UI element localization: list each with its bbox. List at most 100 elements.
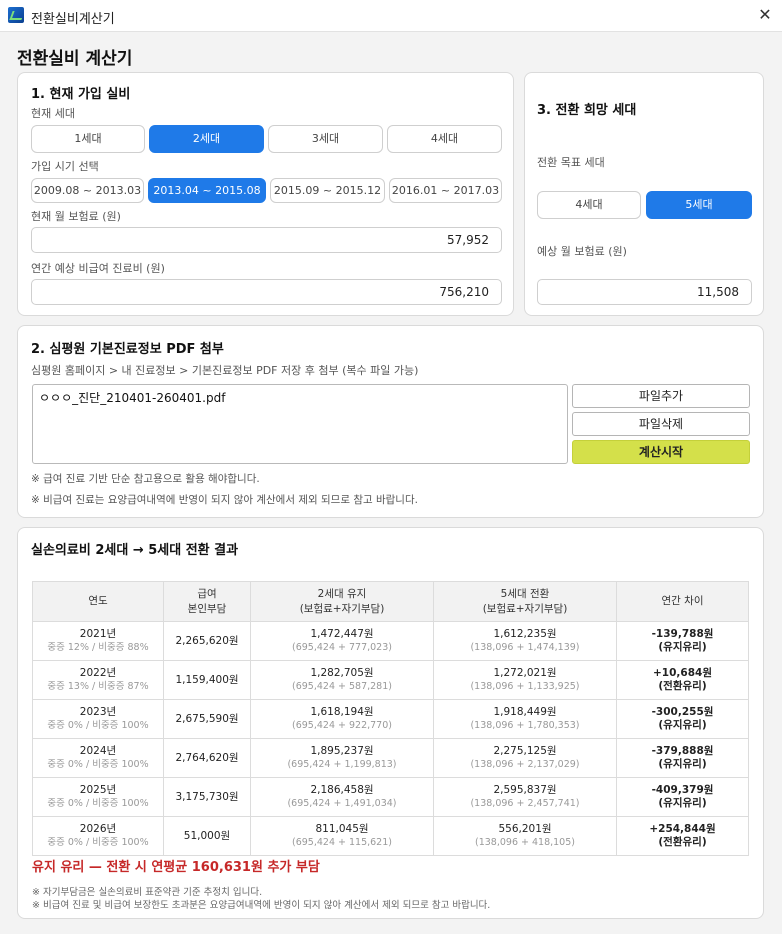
diff-cell: +254,844원 (전환유리) — [616, 816, 749, 856]
copay-cell: 1,159,400원 — [163, 660, 251, 700]
pdf-attach-heading: 2. 심평원 기본진료정보 PDF 첨부 — [31, 342, 224, 357]
switch-cell: 1,612,235원 (138,096 + 1,474,139) — [433, 621, 617, 661]
diff-value: -139,788원 — [651, 628, 714, 640]
start-calculation-button[interactable]: 계산시작 — [572, 440, 750, 464]
severity-ratio: 중증 0% / 비중증 100% — [47, 759, 149, 770]
current-generation-1-button[interactable]: 1세대 — [31, 125, 145, 153]
delete-file-button[interactable]: 파일삭제 — [572, 412, 750, 436]
header-copay: 급여 본인부담 — [163, 581, 251, 622]
period-option-3[interactable]: 2015.09 ~ 2015.12 — [270, 178, 385, 203]
keep-total: 1,618,194원 — [310, 706, 374, 718]
switch-total: 2,595,837원 — [493, 784, 557, 796]
year-cell: 2022년 중증 13% / 비중증 87% — [32, 660, 164, 700]
diff-value: +10,684원 — [653, 667, 712, 679]
year-value: 2025년 — [79, 784, 117, 796]
diff-verdict: (유지유리) — [658, 758, 707, 770]
keep-total: 811,045원 — [315, 823, 369, 835]
severity-ratio: 중증 0% / 비중증 100% — [47, 837, 149, 848]
table-row: 2026년 중증 0% / 비중증 100% 51,000원 811,045원 (695… — [32, 816, 749, 856]
diff-verdict: (유지유리) — [658, 719, 707, 731]
target-generation-5-button[interactable]: 5세대 — [646, 191, 752, 219]
result-heading: 실손의료비 2세대 → 5세대 전환 결과 — [31, 543, 239, 558]
current-premium-label: 현재 월 보험료 (원) — [31, 210, 121, 223]
header-year: 연도 — [32, 581, 164, 622]
current-generation-4-button[interactable]: 4세대 — [387, 125, 502, 153]
keep-detail: (695,424 + 777,023) — [292, 642, 392, 653]
result-summary: 유지 유리 — 전환 시 연평균 160,631원 추가 부담 — [32, 860, 320, 875]
switch-detail: (138,096 + 418,105) — [475, 837, 575, 848]
year-cell: 2026년중증 0% / 비중증 100% — [32, 816, 164, 856]
keep-total: 1,472,447원 — [310, 628, 374, 640]
header-switch: 5세대 전환 (보험료+자기부담) — [433, 581, 617, 622]
year-value: 2024년 — [79, 745, 117, 757]
file-list[interactable]: ㅇㅇㅇ_진단_210401-260401.pdf — [32, 384, 568, 464]
period-option-1[interactable]: 2009.08 ~ 2013.03 — [31, 178, 144, 203]
current-generation-2-button[interactable]: 2세대 — [149, 125, 264, 153]
keep-cell: 811,045원 (695,424 + 115,621) — [250, 816, 434, 856]
medical-expense-input[interactable]: 756,210 — [31, 279, 502, 305]
year-value: 2022년 — [79, 667, 117, 679]
header-switch-line2: (보험료+자기부담) — [482, 602, 568, 615]
keep-total: 1,282,705원 — [310, 667, 374, 679]
year-value: 2026년 — [79, 823, 117, 835]
year-cell: 2023년중증 0% / 비중증 100% — [32, 699, 164, 739]
copay-cell: 3,175,730원 — [163, 777, 251, 817]
switch-cell: 1,272,021원 (138,096 + 1,133,925) — [433, 660, 617, 700]
current-generation-3-button[interactable]: 3세대 — [268, 125, 383, 153]
switch-cell: 2,275,125원 (138,096 + 2,137,029) — [433, 738, 617, 778]
switch-cell: 1,918,449원 (138,096 + 1,780,353) — [433, 699, 617, 739]
target-generation-label: 전환 목표 세대 — [537, 156, 605, 169]
copay-cell: 51,000원 — [163, 816, 251, 856]
table-row: 2023년 중증 0% / 비중증 100% 2,675,590원 1,618,194… — [32, 699, 749, 739]
close-button[interactable]: ✕ — [752, 4, 778, 28]
footnote-1: ※ 자기부담금은 실손의료비 표준약관 기준 추정치 입니다. — [32, 887, 263, 898]
footnote-2: ※ 비급여 진료 및 비급여 보장한도 초과분은 요양급여내역에 반영이 되지 … — [32, 900, 491, 911]
target-premium-input[interactable]: 11,508 — [537, 279, 752, 305]
current-premium-input[interactable]: 57,952 — [31, 227, 502, 253]
target-generation-4-button[interactable]: 4세대 — [537, 191, 641, 219]
keep-total: 2,186,458원 — [310, 784, 374, 796]
period-option-2[interactable]: 2013.04 ~ 2015.08 — [148, 178, 266, 203]
severity-ratio: 중증 0% / 비중증 100% — [47, 798, 149, 809]
window-title: 전환실비계산기 — [31, 12, 115, 27]
keep-cell: 1,618,194원 (695,424 + 922,770) — [250, 699, 434, 739]
medical-expense-label: 연간 예상 비급여 진료비 (원) — [31, 262, 165, 275]
diff-cell: -139,788원 (유지유리) — [616, 621, 749, 661]
keep-cell: 1,282,705원 (695,424 + 587,281) — [250, 660, 434, 700]
table-row: 2021년 중증 12% / 비중증 88% 2,265,620원 1,472,447… — [32, 621, 749, 661]
header-switch-line1: 5세대 전환 — [500, 587, 550, 600]
switch-total: 1,612,235원 — [493, 628, 557, 640]
keep-detail: (695,424 + 922,770) — [292, 720, 392, 731]
result-table-header: 연도 급여 본인부담 2세대 유지 (보험료+자기부담) 5세대 전환 (보험료+자기… — [32, 581, 749, 622]
severity-ratio: 중증 0% / 비중증 100% — [47, 720, 149, 731]
page-title: 전환실비 계산기 — [17, 49, 133, 69]
diff-value: +254,844원 — [649, 823, 716, 835]
copay-cell: 2,675,590원 — [163, 699, 251, 739]
title-bar: 전환실비계산기 ✕ — [0, 0, 782, 32]
switch-detail: (138,096 + 1,474,139) — [470, 642, 580, 653]
period-label: 가입 시기 선택 — [31, 160, 99, 173]
app-logo-icon — [8, 7, 24, 23]
year-value: 2021년 — [79, 628, 117, 640]
keep-cell: 1,895,237원 (695,424 + 1,199,813) — [250, 738, 434, 778]
keep-cell: 2,186,458원 (695,424 + 1,491,034) — [250, 777, 434, 817]
year-value: 2023년 — [79, 706, 117, 718]
header-copay-line1: 급여 — [197, 587, 217, 600]
diff-value: -300,255원 — [651, 706, 714, 718]
keep-detail: (695,424 + 1,199,813) — [287, 759, 397, 770]
header-keep: 2세대 유지 (보험료+자기부담) — [250, 581, 434, 622]
keep-detail: (695,424 + 587,281) — [292, 681, 392, 692]
period-option-4[interactable]: 2016.01 ~ 2017.03 — [389, 178, 502, 203]
table-row: 2025년 중증 0% / 비중증 100% 3,175,730원 2,186,458… — [32, 777, 749, 817]
keep-detail: (695,424 + 1,491,034) — [287, 798, 397, 809]
current-generation-label: 현재 세대 — [31, 107, 75, 120]
add-file-button[interactable]: 파일추가 — [572, 384, 750, 408]
diff-cell: -409,379원 (유지유리) — [616, 777, 749, 817]
switch-detail: (138,096 + 1,780,353) — [470, 720, 580, 731]
attach-note-2: ※ 비급여 진료는 요양급여내역에 반영이 되지 않아 계산에서 제외 되므로 … — [31, 494, 418, 506]
keep-total: 1,895,237원 — [310, 745, 374, 757]
attach-note-1: ※ 급여 진료 기반 단순 참고용으로 활용 해야합니다. — [31, 473, 260, 485]
diff-cell: -300,255원 (유지유리) — [616, 699, 749, 739]
diff-value: -409,379원 — [651, 784, 714, 796]
file-list-item[interactable]: ㅇㅇㅇ_진단_210401-260401.pdf — [39, 389, 561, 406]
